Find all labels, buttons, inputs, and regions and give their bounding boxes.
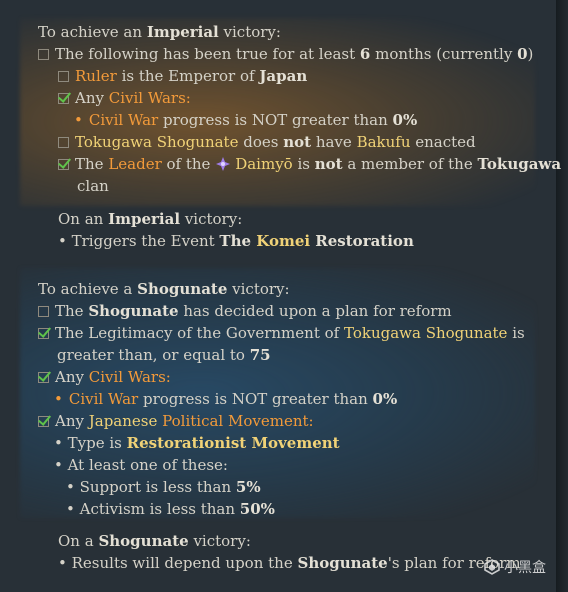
imperial-outcome-heading: On an Imperial victory: <box>58 210 243 228</box>
checkmark-icon <box>58 93 69 104</box>
shogunate-cond-legit-cont: greater than, or equal to 75 <box>57 346 271 364</box>
unchecked-box-icon <box>58 71 69 82</box>
shogunate-cond-atleast: • At least one of these: <box>54 456 228 474</box>
daimyo-emblem-icon <box>216 157 231 171</box>
checkmark-icon <box>38 328 49 339</box>
shogunate-cond-support: • Support is less than 5% <box>66 478 261 496</box>
imperial-cond-bakufu: Tokugawa Shogunate does not have Bakufu … <box>58 132 476 152</box>
heybox-logo-icon <box>484 559 500 575</box>
bullet-icon: • <box>54 390 63 408</box>
shogunate-cond-plan: The Shogunate has decided upon a plan fo… <box>38 301 452 321</box>
checkmark-icon <box>38 416 49 427</box>
shogunate-cond-civilwars: Any Civil Wars: <box>38 367 171 387</box>
watermark: 小黑盒 <box>484 557 546 577</box>
imperial-cond-civilwars: Any Civil Wars: <box>58 88 191 108</box>
imperial-heading: To achieve an Imperial victory: <box>38 23 281 41</box>
shogunate-outcome: • Results will depend upon the Shogunate… <box>58 554 521 572</box>
checkmark-icon <box>58 159 69 170</box>
shogunate-heading: To achieve a Shogunate victory: <box>38 280 290 298</box>
shogunate-outcome-heading: On a Shogunate victory: <box>58 532 251 550</box>
imperial-outcome: • Triggers the Event The Komei Restorati… <box>58 232 414 250</box>
bullet-icon: • <box>74 111 83 129</box>
imperial-cond-civilwar-progress: • Civil War progress is NOT greater than … <box>74 111 418 129</box>
shogunate-cond-movement: Any Japanese Political Movement: <box>38 411 314 431</box>
shogunate-cond-type: • Type is Restorationist Movement <box>54 434 340 452</box>
shogunate-cond-civilwar-progress: • Civil War progress is NOT greater than … <box>54 390 398 408</box>
imperial-cond-leader-cont: clan <box>77 177 109 195</box>
shogunate-cond-legit: The Legitimacy of the Government of Toku… <box>38 323 525 343</box>
imperial-cond-leader: The Leader of the Daimyō is not a member… <box>58 154 561 174</box>
panel-edge <box>556 0 568 592</box>
shogunate-cond-activism: • Activism is less than 50% <box>66 500 275 518</box>
unchecked-box-icon <box>58 137 69 148</box>
unchecked-box-icon <box>38 306 49 317</box>
unchecked-box-icon <box>38 49 49 60</box>
imperial-cond-time: The following has been true for at least… <box>38 44 533 64</box>
checkmark-icon <box>38 372 49 383</box>
imperial-cond-ruler: Ruler is the Emperor of Japan <box>58 66 307 86</box>
